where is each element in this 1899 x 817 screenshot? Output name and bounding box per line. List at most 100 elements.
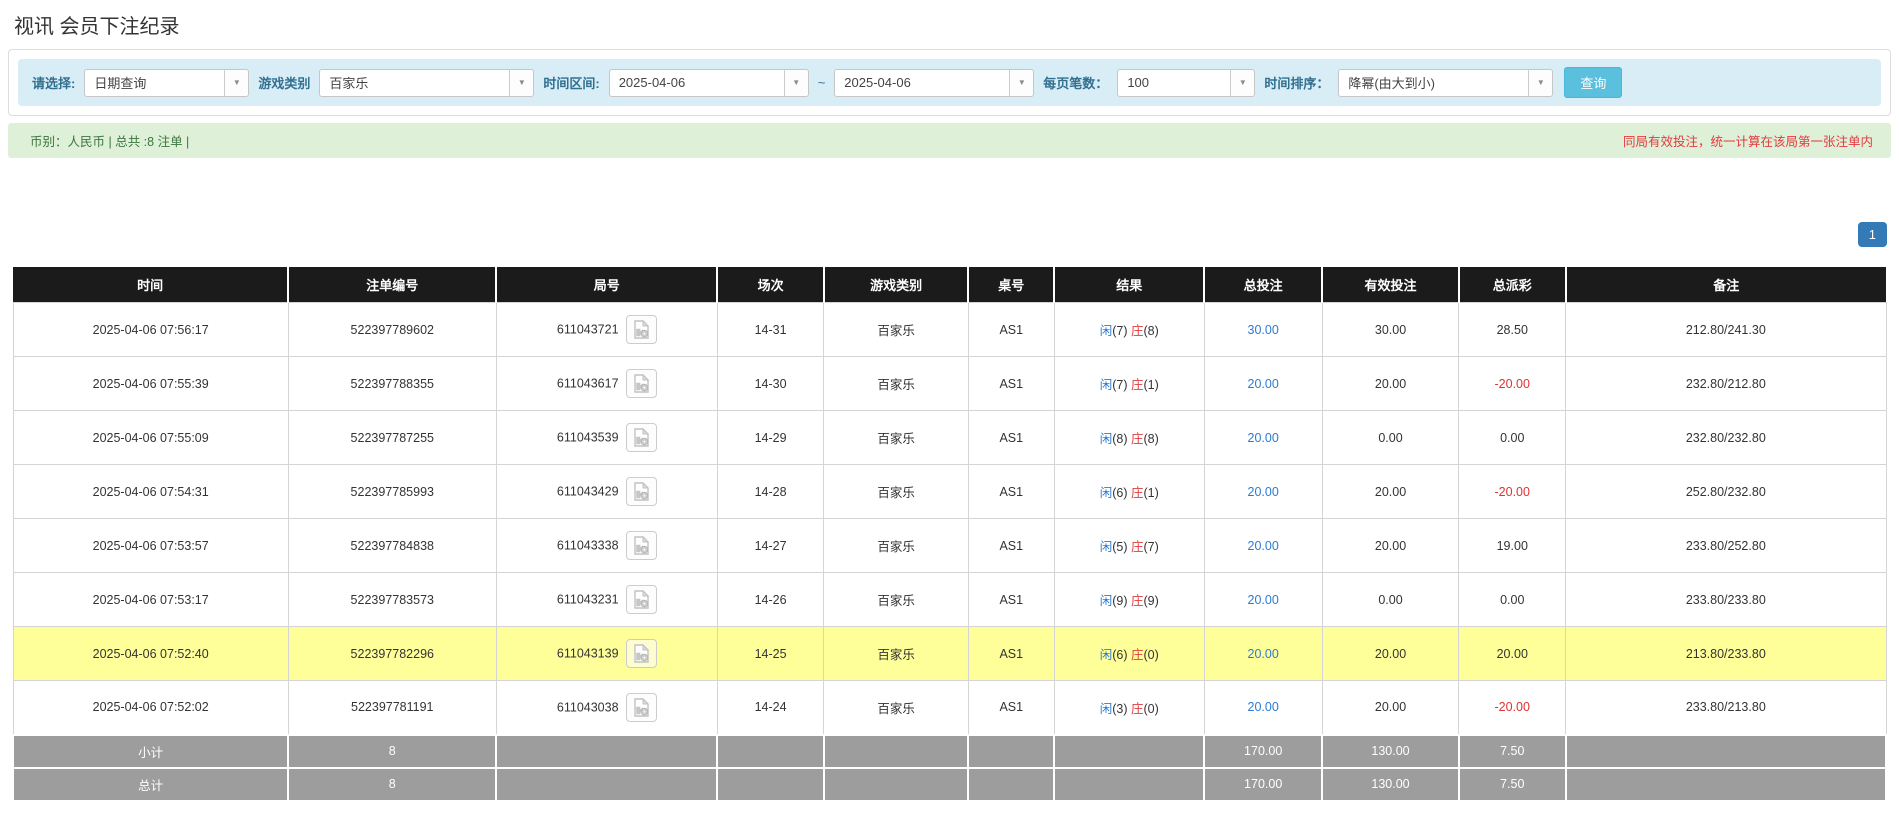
table-footer: 小计 8 170.00 130.00 7.50 总计 8 170.00 130.… [11,733,1888,802]
game-category-value: 百家乐 [329,76,369,91]
page-size-select[interactable]: 100 ▼ [1117,68,1256,97]
subtotal-count: 8 [287,733,498,769]
video-file-icon [633,374,649,393]
result-banker-score: (8) [1143,432,1159,446]
video-replay-button[interactable] [625,692,657,722]
cell-result: 闲(3) 庄(0) [1053,680,1205,735]
cell-time: 2025-04-06 07:52:40 [12,626,289,681]
total-bet-link[interactable]: 20.00 [1248,647,1279,661]
time-range-label: 时间区间: [543,76,600,91]
cell-round: 611043721 [495,302,718,357]
cell-total-bet: 20.00 [1203,626,1323,681]
payout-value: -20.00 [1494,484,1530,499]
chevron-down-icon[interactable]: ▼ [783,69,808,96]
query-type-select[interactable]: 日期查询 ▼ [84,68,250,97]
date-to-select[interactable]: 2025-04-06 ▼ [834,68,1035,97]
total-row: 总计 8 170.00 130.00 7.50 [11,766,1888,802]
cell-session: 14-26 [716,572,825,627]
total-total-bet: 170.00 [1203,766,1324,802]
cell-total-bet: 20.00 [1203,356,1323,411]
result-banker: 庄 [1131,432,1144,446]
video-replay-button[interactable] [625,531,657,560]
cell-remark: 232.80/212.80 [1565,356,1887,411]
date-from-select[interactable]: 2025-04-06 ▼ [608,68,809,97]
table-row: 2025-04-06 07:52:02 522397781191 611043038… [12,680,1887,735]
result-player: 闲 [1099,378,1113,392]
video-file-icon [633,482,649,501]
chevron-down-icon[interactable]: ▼ [1009,69,1034,96]
chevron-down-icon[interactable]: ▼ [509,69,534,96]
total-bet-link[interactable]: 20.00 [1248,431,1279,445]
total-bet-link[interactable]: 30.00 [1248,323,1279,337]
video-replay-button[interactable] [625,639,657,668]
chevron-down-icon[interactable]: ▼ [1528,69,1553,96]
total-valid-bet: 130.00 [1321,766,1460,802]
cell-session: 14-29 [716,410,825,465]
table-row: 2025-04-06 07:54:31 522397785993 611043429… [12,464,1887,519]
game-category-select[interactable]: 百家乐 ▼ [319,68,535,97]
chevron-down-icon[interactable]: ▼ [1230,69,1255,96]
result-player: 闲 [1099,486,1113,500]
total-bet-link[interactable]: 20.00 [1248,700,1279,714]
round-number: 611043139 [556,646,619,661]
round-number: 611043539 [556,430,619,445]
subtotal-total-bet: 170.00 [1203,733,1324,769]
cell-result: 闲(5) 庄(7) [1053,518,1205,573]
result-player-score: (7) [1112,378,1128,392]
result-banker-score: (0) [1143,648,1159,662]
payout-value: 28.50 [1496,322,1528,337]
cell-total-bet: 30.00 [1203,302,1323,357]
video-replay-button[interactable] [625,369,657,398]
cell-remark: 212.80/241.30 [1565,302,1887,357]
total-bet-link[interactable]: 20.00 [1248,377,1279,391]
round-number: 611043338 [556,538,619,553]
total-bet-link[interactable]: 20.00 [1248,485,1279,499]
cell-session: 14-30 [716,356,825,411]
payout-value: 0.00 [1500,430,1525,445]
cell-remark: 233.80/233.80 [1565,572,1887,627]
result-player-score: (9) [1112,594,1128,608]
cell-payout: 28.50 [1458,302,1567,357]
cell-valid-bet: 20.00 [1321,356,1460,411]
time-sort-select[interactable]: 降幂(由大到小) ▼ [1338,68,1554,97]
subtotal-payout: 7.50 [1457,733,1567,769]
payout-value: 19.00 [1496,538,1528,553]
page-size-label: 每页笔数： [1043,76,1109,91]
result-player-score: (3) [1112,701,1128,716]
total-bet-link[interactable]: 20.00 [1248,593,1279,607]
cell-table-no: AS1 [967,572,1055,627]
cell-payout: -20.00 [1458,356,1567,411]
search-button[interactable]: 查询 [1564,67,1623,98]
result-banker: 庄 [1131,648,1144,662]
payout-value: -20.00 [1494,700,1530,715]
round-number: 611043429 [556,484,619,499]
cell-time: 2025-04-06 07:52:02 [12,680,289,735]
cell-time: 2025-04-06 07:53:57 [12,518,289,573]
cell-payout: 20.00 [1458,626,1567,681]
header-game: 游戏类别 [822,267,969,303]
video-replay-button[interactable] [625,477,657,506]
result-banker-score: (0) [1143,701,1159,716]
betting-records-table: 时间 注单编号 局号 场次 游戏类别 桌号 结果 总投注 有效投注 总派彩 备注… [11,267,1888,802]
cell-game: 百家乐 [823,572,969,627]
summary-notice: 同局有效投注，统一计算在该局第一张注单内 [1622,135,1873,149]
cell-time: 2025-04-06 07:55:39 [12,356,289,411]
total-bet-link[interactable]: 20.00 [1248,539,1279,553]
cell-valid-bet: 30.00 [1321,302,1460,357]
payout-value: 0.00 [1500,592,1525,607]
table-header: 时间 注单编号 局号 场次 游戏类别 桌号 结果 总投注 有效投注 总派彩 备注 [13,267,1886,303]
result-player: 闲 [1099,594,1113,608]
result-player-score: (7) [1112,324,1128,338]
cell-total-bet: 20.00 [1203,680,1323,735]
cell-time: 2025-04-06 07:53:17 [12,572,289,627]
chevron-down-icon[interactable]: ▼ [224,69,249,96]
cell-time: 2025-04-06 07:55:09 [12,410,289,465]
video-replay-button[interactable] [625,585,657,614]
cell-bet-id: 522397784838 [287,518,497,573]
page-number-button[interactable]: 1 [1857,222,1887,247]
video-replay-button[interactable] [625,315,657,344]
cell-session: 14-28 [716,464,825,519]
cell-table-no: AS1 [967,302,1055,357]
cell-bet-id: 522397789602 [287,302,497,357]
video-replay-button[interactable] [625,423,657,452]
